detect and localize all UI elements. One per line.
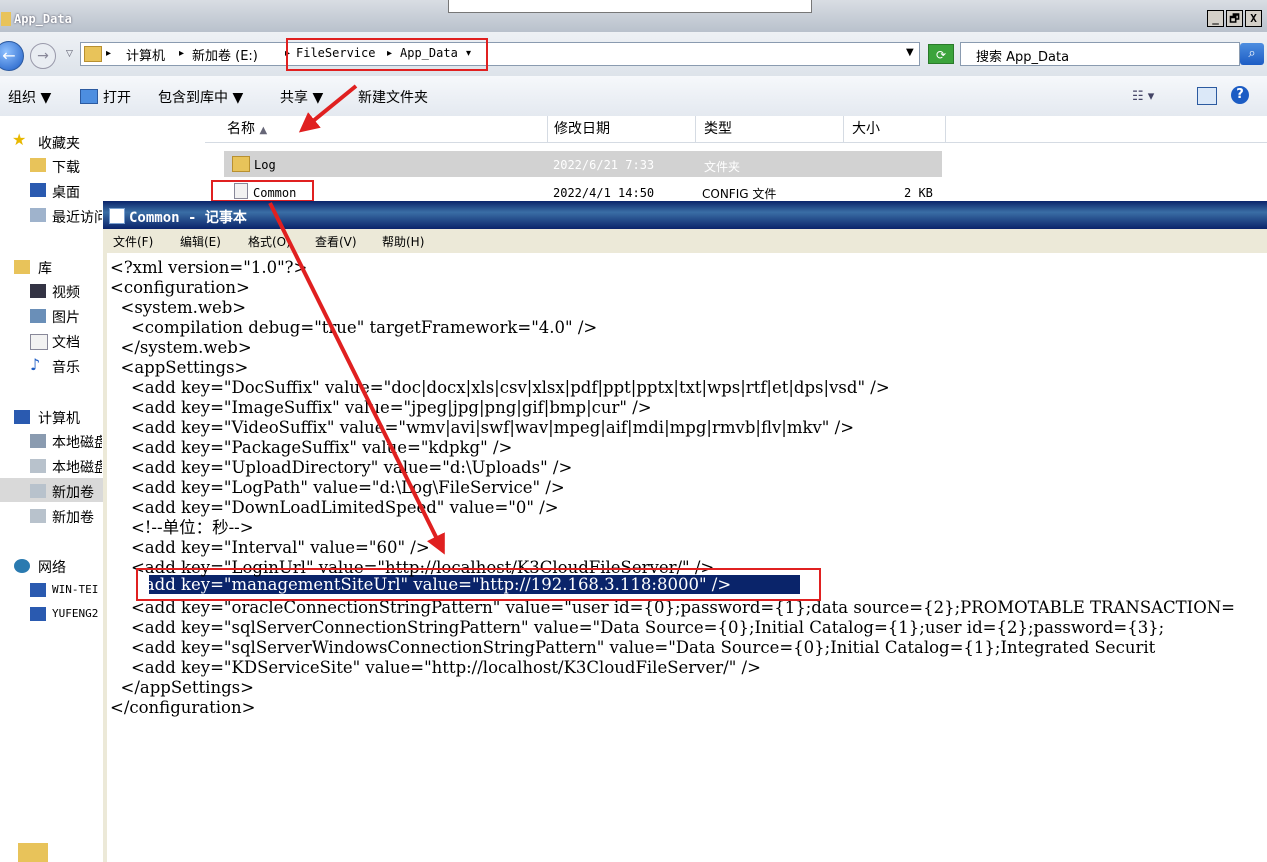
annotation-arrows xyxy=(268,84,445,555)
annotation-arrow-path xyxy=(298,84,358,133)
annotation-arrow-file xyxy=(268,202,445,555)
